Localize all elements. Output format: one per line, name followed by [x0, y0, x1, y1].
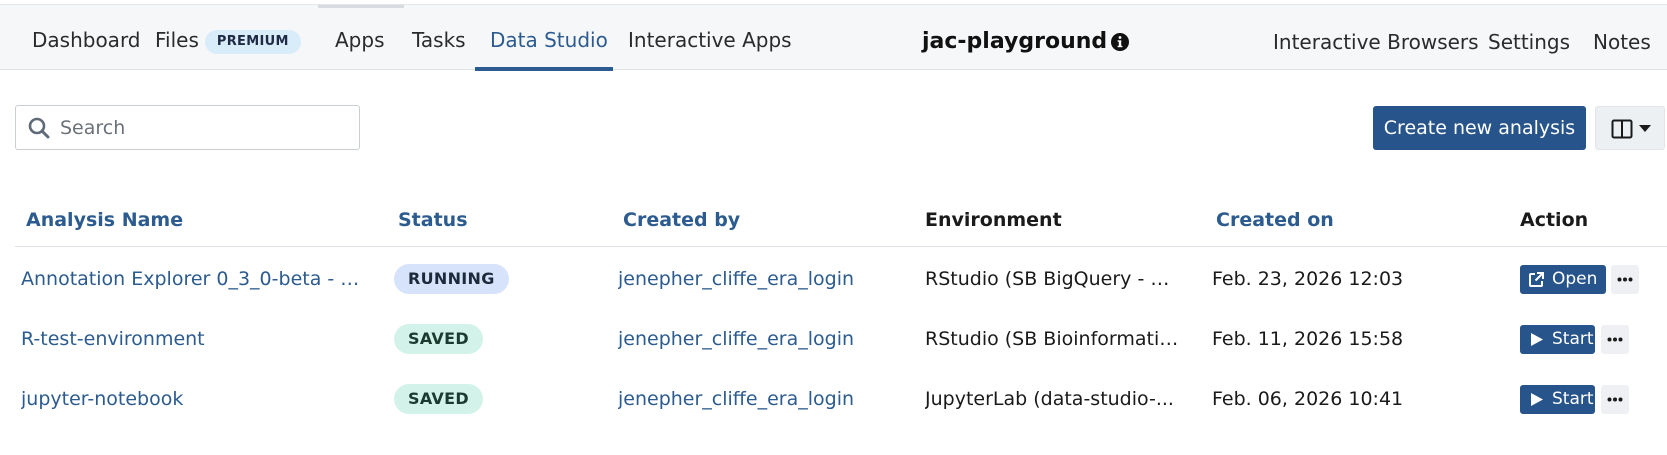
status-badge: RUNNING	[394, 264, 509, 294]
active-tab-underline	[475, 67, 613, 71]
search-box[interactable]	[15, 105, 360, 150]
premium-badge: PREMIUM	[204, 30, 301, 54]
environment-value: RStudio (SB Bioinformatic...	[925, 328, 1180, 350]
more-horizontal-icon	[1607, 337, 1623, 342]
nav-settings-label: Settings	[1488, 30, 1571, 54]
nav-interactive-apps[interactable]: Interactive Apps	[628, 5, 792, 69]
more-actions-button[interactable]	[1601, 325, 1629, 354]
column-header-action: Action	[1520, 209, 1589, 231]
column-header-created-by[interactable]: Created by	[623, 205, 740, 235]
search-icon	[28, 117, 50, 139]
status-badge: SAVED	[394, 324, 483, 354]
column-header-created-on[interactable]: Created on	[1216, 205, 1334, 235]
status-badge: SAVED	[394, 384, 483, 414]
more-horizontal-icon	[1607, 397, 1623, 402]
nav-files-label: Files	[155, 28, 199, 52]
table-row: jupyter-notebook SAVED jenepher_cliffe_e…	[0, 369, 1667, 429]
nav-apps-label: Apps	[335, 28, 385, 52]
start-button-label: Start	[1552, 329, 1594, 349]
analysis-name-link[interactable]: R-test-environment	[21, 309, 366, 369]
nav-dashboard[interactable]: Dashboard	[32, 5, 141, 69]
more-actions-button[interactable]	[1601, 385, 1629, 414]
nav-interactive-browsers[interactable]: Interactive Browsers	[1273, 7, 1479, 71]
nav-data-studio-label: Data Studio	[490, 28, 608, 52]
start-button[interactable]: Start	[1520, 325, 1595, 354]
project-title: jac-playground	[922, 29, 1108, 54]
column-header-analysis-name[interactable]: Analysis Name	[26, 205, 183, 235]
analysis-name-link[interactable]: Annotation Explorer 0_3_0-beta - L...	[21, 249, 366, 309]
environment-value: JupyterLab (data-studio-...	[925, 388, 1174, 410]
created-on-value: Feb. 11, 2026 15:58	[1212, 328, 1404, 350]
nav-apps[interactable]: Apps	[335, 5, 385, 69]
columns-icon	[1611, 119, 1633, 139]
created-by-link[interactable]: jenepher_cliffe_era_login	[618, 369, 878, 429]
column-settings-button[interactable]	[1595, 106, 1665, 150]
table-row: Annotation Explorer 0_3_0-beta - L... RU…	[0, 249, 1667, 309]
created-on-value: Feb. 23, 2026 12:03	[1212, 268, 1404, 290]
nav-notes[interactable]: Notes	[1593, 7, 1651, 71]
created-by-link[interactable]: jenepher_cliffe_era_login	[618, 309, 878, 369]
play-icon	[1531, 393, 1543, 406]
create-new-analysis-button[interactable]: Create new analysis	[1373, 106, 1586, 150]
environment-value: RStudio (SB BigQuery - R...	[925, 268, 1180, 290]
nav-settings[interactable]: Settings	[1488, 7, 1570, 71]
nav-tasks-label: Tasks	[412, 28, 466, 52]
chevron-down-icon	[1639, 125, 1651, 132]
more-actions-button[interactable]	[1611, 265, 1639, 294]
more-horizontal-icon	[1617, 277, 1633, 282]
table-header-divider	[15, 246, 1667, 247]
column-header-status[interactable]: Status	[398, 205, 468, 235]
nav-interactive-apps-label: Interactive Apps	[628, 28, 792, 52]
nav-data-studio[interactable]: Data Studio	[490, 5, 608, 69]
play-icon	[1531, 333, 1543, 346]
open-button-label: Open	[1552, 269, 1598, 289]
open-button[interactable]: Open	[1520, 265, 1606, 294]
analysis-name-link[interactable]: jupyter-notebook	[21, 369, 366, 429]
nav-dashboard-label: Dashboard	[32, 28, 141, 52]
nav-notes-label: Notes	[1593, 30, 1651, 54]
info-icon[interactable]	[1110, 32, 1130, 52]
search-input[interactable]	[60, 112, 350, 144]
start-button-label: Start	[1552, 389, 1594, 409]
table-row: R-test-environment SAVED jenepher_cliffe…	[0, 309, 1667, 369]
created-on-value: Feb. 06, 2026 10:41	[1212, 388, 1404, 410]
nav-files[interactable]: Files PREMIUM	[155, 5, 301, 69]
nav-interactive-browsers-label: Interactive Browsers	[1273, 30, 1479, 54]
column-header-environment: Environment	[925, 209, 1062, 231]
external-link-icon	[1529, 272, 1544, 287]
created-by-link[interactable]: jenepher_cliffe_era_login	[618, 249, 878, 309]
top-navigation-bar: Dashboard Files PREMIUM Apps Tasks Data S…	[0, 4, 1667, 71]
nav-tasks[interactable]: Tasks	[412, 5, 466, 69]
start-button[interactable]: Start	[1520, 385, 1595, 414]
